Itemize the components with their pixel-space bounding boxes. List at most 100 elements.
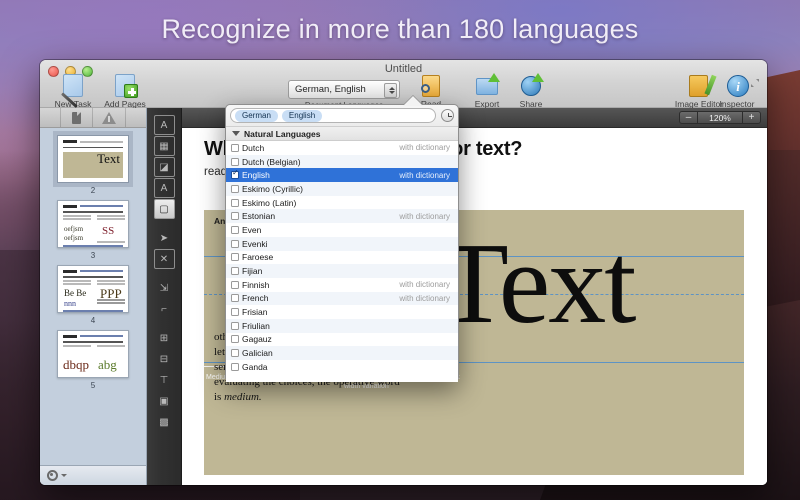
add-row-tool[interactable]: ⊞ [154, 328, 175, 348]
toolbar-share[interactable]: Share [502, 74, 560, 109]
language-row-gagauz[interactable]: Gagauz [226, 333, 458, 347]
toolbar-inspector[interactable]: i Inspector [708, 74, 766, 109]
popover-arrow [403, 96, 423, 106]
list-item[interactable]: Be Be PPP nnn 4 [40, 265, 146, 325]
pages-sidebar: Text 2 oefjsm oefjsm S [40, 108, 147, 485]
language-row-galician[interactable]: Galician [226, 346, 458, 360]
language-row-evenki[interactable]: Evenki [226, 237, 458, 251]
zoom-level[interactable]: 120% [698, 111, 742, 124]
page-number: 4 [40, 316, 146, 325]
split-cells-tool[interactable]: ▣ [154, 391, 175, 411]
list-item[interactable]: oefjsm oefjsm SS 3 [40, 200, 146, 260]
barcode-region-tool[interactable]: ▢ [154, 199, 175, 219]
page-thumbnail[interactable]: Be Be PPP nnn [57, 265, 129, 313]
checkbox[interactable] [231, 363, 239, 371]
recents-clock-icon[interactable] [441, 109, 454, 122]
select-tool[interactable]: ➤ [154, 228, 175, 248]
checkbox[interactable] [231, 322, 239, 330]
gear-icon[interactable] [47, 470, 58, 481]
language-name: Estonian [242, 211, 399, 221]
toolbar-new-task[interactable]: New Task [44, 74, 102, 109]
language-row-faroese[interactable]: Faroese [226, 251, 458, 265]
page-thumbnail-list[interactable]: Text 2 oefjsm oefjsm S [40, 128, 146, 465]
checkbox[interactable] [231, 171, 239, 179]
checkbox[interactable] [231, 144, 239, 152]
language-row-english[interactable]: Englishwith dictionary [226, 168, 458, 182]
language-row-dutch-belgian[interactable]: Dutch (Belgian) [226, 155, 458, 169]
language-name: Faroese [242, 252, 450, 262]
crop-tool[interactable]: ⌐ [154, 299, 175, 319]
share-icon [518, 74, 544, 98]
inspector-icon: i [724, 74, 750, 98]
language-name: Friulian [242, 321, 450, 331]
document-languages-popup-button[interactable]: German, English [288, 80, 400, 99]
language-row-finnish[interactable]: Finnishwith dictionary [226, 278, 458, 292]
checkbox[interactable] [231, 240, 239, 248]
language-row-dutch[interactable]: Dutchwith dictionary [226, 141, 458, 155]
checkbox[interactable] [231, 185, 239, 193]
sidebar-item-warnings[interactable] [93, 108, 126, 127]
language-token-english[interactable]: English [282, 110, 322, 122]
checkbox[interactable] [231, 335, 239, 343]
checkbox[interactable] [231, 294, 239, 302]
document-languages-value: German, English [295, 84, 366, 95]
language-token-bar[interactable]: German English [226, 105, 458, 127]
language-name: Evenki [242, 239, 450, 249]
body-emphasis: medium. [224, 391, 262, 403]
language-group-label: Natural Languages [244, 129, 321, 139]
zoom-out-button[interactable]: – [679, 111, 698, 124]
page-thumbnail[interactable]: oefjsm oefjsm SS [57, 200, 129, 248]
language-name: Finnish [242, 280, 399, 290]
language-list[interactable]: Dutchwith dictionaryDutch (Belgian)Engli… [226, 141, 458, 382]
language-row-eskimo-latin[interactable]: Eskimo (Latin) [226, 196, 458, 210]
background-picture-tool[interactable]: A [154, 178, 175, 198]
list-item[interactable]: dbqp abg 5 [40, 330, 146, 390]
disclosure-triangle-icon[interactable] [232, 131, 240, 136]
checkbox[interactable] [231, 158, 239, 166]
page-number: 5 [40, 381, 146, 390]
language-group-header[interactable]: Natural Languages [226, 127, 458, 141]
language-selection-popover[interactable]: German English Natural Languages Dutchwi… [225, 104, 459, 382]
chevron-down-icon[interactable] [61, 474, 67, 477]
checkbox[interactable] [231, 267, 239, 275]
delete-region-tool[interactable]: ✕ [154, 249, 175, 269]
language-row-even[interactable]: Even [226, 223, 458, 237]
language-row-fijian[interactable]: Fijian [226, 264, 458, 278]
language-row-ganda[interactable]: Ganda [226, 360, 458, 374]
text-region-tool[interactable]: A [154, 115, 175, 135]
table-region-tool[interactable]: ▦ [154, 136, 175, 156]
language-row-estonian[interactable]: Estonianwith dictionary [226, 209, 458, 223]
new-task-icon [60, 74, 86, 98]
language-token-german[interactable]: German [235, 110, 278, 122]
reorder-tool[interactable]: ⇲ [154, 278, 175, 298]
checkbox[interactable] [231, 199, 239, 207]
page-thumbnail[interactable]: dbqp abg [57, 330, 129, 378]
grid-tool[interactable]: ▩ [154, 412, 175, 432]
language-row-french[interactable]: Frenchwith dictionary [226, 292, 458, 306]
image-region-tool[interactable]: ◪ [154, 157, 175, 177]
list-item[interactable]: Text 2 [40, 135, 146, 195]
language-row-eskimo-cyrillic[interactable]: Eskimo (Cyrillic) [226, 182, 458, 196]
region-tools-strip[interactable]: A ▦ ◪ A ▢ ➤ ✕ ⇲ ⌐ ⊞ ⊟ ⊤ ▣ ▩ [147, 108, 182, 485]
stepper-icon[interactable] [384, 83, 397, 98]
language-row-frisian[interactable]: Frisian [226, 305, 458, 319]
sidebar-item-pages[interactable] [60, 108, 93, 127]
checkbox[interactable] [231, 212, 239, 220]
checkbox[interactable] [231, 253, 239, 261]
checkbox[interactable] [231, 349, 239, 357]
zoom-in-button[interactable]: + [742, 111, 761, 124]
language-row-friulian[interactable]: Friulian [226, 319, 458, 333]
page-thumbnail[interactable]: Text [57, 135, 129, 183]
sidebar-tabs [40, 108, 146, 128]
language-name: Eskimo (Cyrillic) [242, 184, 450, 194]
toolbar-add-pages[interactable]: Add Pages [96, 74, 154, 109]
merge-cells-tool[interactable]: ⊤ [154, 370, 175, 390]
page-icon [72, 112, 81, 124]
language-name: French [242, 293, 399, 303]
checkbox[interactable] [231, 281, 239, 289]
language-token-field[interactable]: German English [230, 108, 436, 123]
dictionary-note: with dictionary [399, 143, 450, 152]
add-column-tool[interactable]: ⊟ [154, 349, 175, 369]
checkbox[interactable] [231, 226, 239, 234]
checkbox[interactable] [231, 308, 239, 316]
